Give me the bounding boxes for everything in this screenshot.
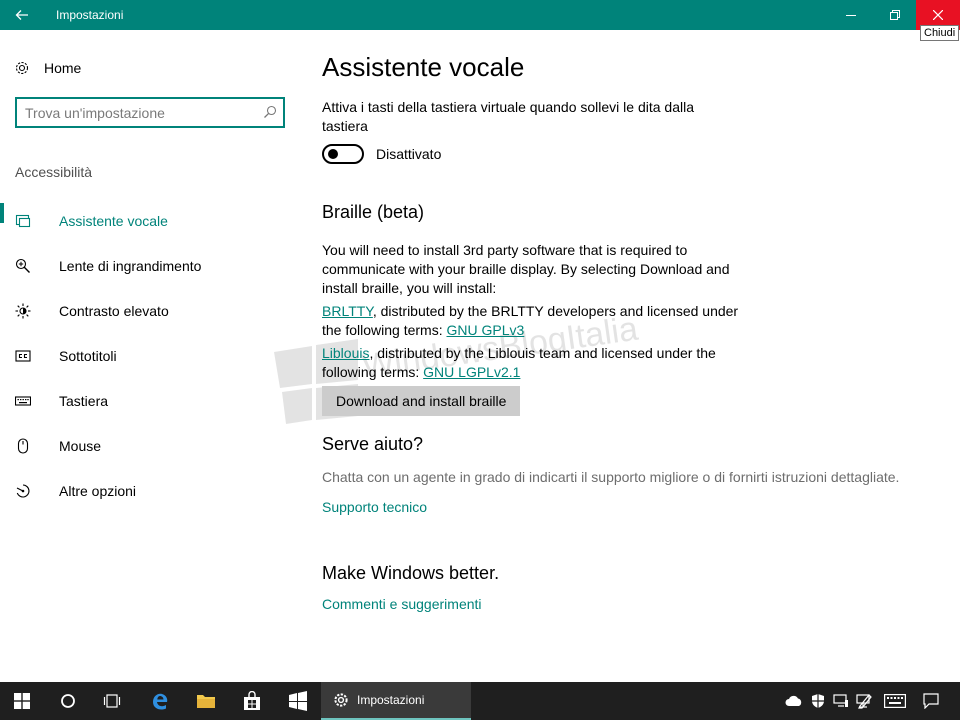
braille-heading: Braille (beta) <box>322 202 425 222</box>
pen-icon <box>858 694 872 709</box>
shield-icon <box>812 694 824 708</box>
sidebar-item-label: Tastiera <box>59 392 109 409</box>
minimize-button[interactable] <box>828 0 874 30</box>
sidebar-item-narrator[interactable]: Assistente vocale <box>0 198 300 243</box>
taskbar: Impostazioni <box>0 682 960 720</box>
folder-icon <box>197 695 215 708</box>
support-link[interactable]: Supporto tecnico <box>322 499 942 515</box>
windows-logo-icon <box>289 691 307 711</box>
close-tooltip: Chiudi <box>920 25 960 41</box>
file-explorer-button[interactable] <box>184 682 228 720</box>
task-view-icon <box>103 694 121 708</box>
edge-button[interactable] <box>138 682 182 720</box>
back-arrow-icon <box>15 10 28 20</box>
sidebar-item-label: Mouse <box>59 437 102 454</box>
liblouis-link[interactable]: Liblouis <box>322 345 369 361</box>
cortana-circle-icon <box>61 694 75 708</box>
pen-button[interactable] <box>854 682 876 720</box>
sidebar-item-label: Altre opzioni <box>59 482 137 499</box>
sidebar-item-label: Lente di ingrandimento <box>59 257 202 274</box>
keyboard-icon <box>15 393 31 409</box>
display-icon <box>833 694 848 707</box>
magnifier-icon <box>15 258 31 274</box>
sidebar-item-label: Contrasto elevato <box>59 302 169 319</box>
captions-icon <box>15 348 31 364</box>
feedback-link[interactable]: Commenti e suggerimenti <box>322 596 942 612</box>
download-braille-button[interactable]: Download and install braille <box>322 386 521 416</box>
cloud-icon <box>785 695 802 706</box>
sidebar-item-other-options[interactable]: Altre opzioni <box>0 468 300 513</box>
brltty-license-line: BRLTTY, distributed by the BRLTTY develo… <box>322 302 742 340</box>
braille-intro: You will need to install 3rd party softw… <box>322 242 730 296</box>
mouse-icon <box>15 437 31 454</box>
toggle-state-label: Disattivato <box>376 146 442 162</box>
onedrive-button[interactable] <box>782 682 806 720</box>
touch-keyboard-toggle[interactable] <box>322 144 364 164</box>
window-title: Impostazioni <box>56 8 124 22</box>
back-button[interactable] <box>0 0 44 30</box>
store-bag-icon <box>244 691 260 710</box>
close-icon <box>933 10 943 20</box>
sidebar-item-label: Sottotitoli <box>59 347 117 364</box>
taskbar-app-label: Impostazioni <box>357 693 425 707</box>
notification-icon <box>923 693 939 709</box>
task-view-button[interactable] <box>90 682 134 720</box>
brltty-link[interactable]: BRLTTY <box>322 303 373 319</box>
liblouis-license-line: Liblouis, distributed by the Liblouis te… <box>322 344 742 382</box>
narrator-icon <box>15 213 31 229</box>
contrast-icon <box>15 303 31 319</box>
start-button[interactable] <box>0 682 44 720</box>
minimize-icon <box>846 15 856 16</box>
sidebar-item-captions[interactable]: Sottotitoli <box>0 333 300 378</box>
sidebar-item-keyboard[interactable]: Tastiera <box>0 378 300 423</box>
gpl-license-link[interactable]: GNU GPLv3 <box>447 322 525 338</box>
sidebar-item-label: Assistente vocale <box>59 212 168 229</box>
sidebar-item-magnifier[interactable]: Lente di ingrandimento <box>0 243 300 288</box>
device-button[interactable] <box>830 682 852 720</box>
edge-icon <box>153 693 168 710</box>
touch-keyboard-button[interactable] <box>880 682 910 720</box>
nav-home[interactable]: Home <box>14 58 81 78</box>
help-text: Chatta con un agente in grado di indicar… <box>322 469 900 485</box>
search-icon[interactable] <box>263 105 277 124</box>
touch-keyboard-description: Attiva i tasti della tastiera virtuale q… <box>322 99 694 134</box>
restore-button[interactable] <box>872 0 918 30</box>
toggle-row: Disattivato <box>322 144 942 164</box>
feedback-heading: Make Windows better. <box>322 563 500 583</box>
brltty-text: , distributed by the BRLTTY developers a… <box>322 303 739 338</box>
lgpl-license-link[interactable]: GNU LGPLv2.1 <box>423 364 520 380</box>
gear-icon <box>14 60 30 76</box>
keyboard-icon <box>884 694 906 708</box>
search-box[interactable] <box>15 97 285 128</box>
pinned-windows-app-button[interactable] <box>276 682 320 720</box>
title-bar: Impostazioni <box>0 0 960 30</box>
sidebar-item-high-contrast[interactable]: Contrasto elevato <box>0 288 300 333</box>
settings-gear-icon <box>334 693 348 707</box>
store-button[interactable] <box>230 682 274 720</box>
windows-start-icon <box>14 693 30 709</box>
page-title: Assistente vocale <box>322 52 525 82</box>
nav-home-label: Home <box>44 60 82 76</box>
action-center-button[interactable] <box>916 682 946 720</box>
restore-icon <box>890 10 900 20</box>
defender-button[interactable] <box>806 682 830 720</box>
main-content: Assistente vocale Attiva i tasti della t… <box>322 52 942 612</box>
taskbar-settings-app[interactable]: Impostazioni <box>321 682 471 720</box>
help-heading: Serve aiuto? <box>322 434 424 454</box>
section-label: Accessibilità <box>15 164 93 180</box>
cortana-button[interactable] <box>46 682 90 720</box>
other-options-icon <box>15 483 31 499</box>
nav-list: Assistente vocale Lente di ingrandimento <box>0 198 300 513</box>
search-input[interactable] <box>17 99 252 126</box>
sidebar-item-mouse[interactable]: Mouse <box>0 423 300 468</box>
